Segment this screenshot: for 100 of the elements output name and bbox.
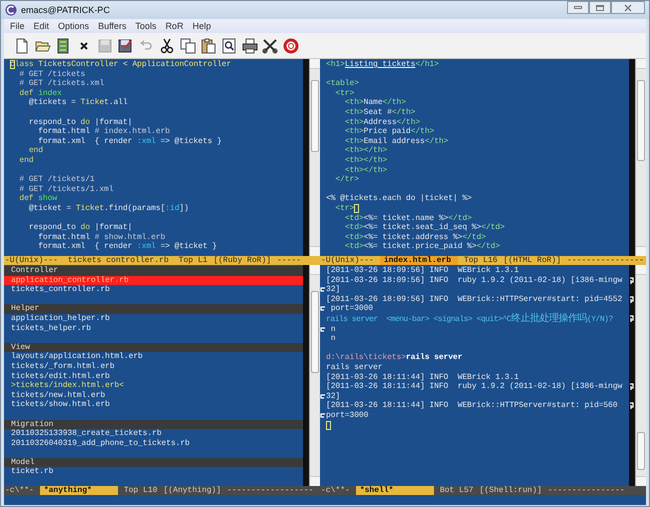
terminal-line: [2011-03-26 18:09:56] INFO ruby 1.9.2 (2011-02-18) [i386-mingw xyxy=(320,276,635,286)
save-as-icon[interactable] xyxy=(117,38,134,54)
code-line: <td><%= ticket.address %></td> xyxy=(344,232,487,242)
buffer-name: index.html.erb xyxy=(380,256,458,265)
code-line: respond_to do |format| xyxy=(28,223,134,233)
section-header: View xyxy=(4,342,303,352)
terminal-line: n xyxy=(330,334,336,344)
scrollbar[interactable] xyxy=(635,59,646,256)
terminal-line: port=3000 xyxy=(320,410,635,420)
code-line: <tr> xyxy=(334,88,356,98)
mode-line-fill: ---------------- xyxy=(548,486,625,495)
code-line: @tickets = Ticket.all xyxy=(28,98,129,108)
buffer-candidate[interactable]: layouts/application.html.erb xyxy=(4,352,303,362)
terminal-line: 32] xyxy=(320,392,635,402)
code-line: format.html # show.html.erb xyxy=(37,232,166,242)
menu-item[interactable]: Tools xyxy=(135,21,156,31)
code-line: </tr> xyxy=(334,175,360,185)
major-mode: [(Ruby RoR)] xyxy=(213,256,272,265)
text-cursor xyxy=(326,420,331,430)
buffer-position: Bot L57 xyxy=(440,486,474,495)
mode-line-status: -c\**- xyxy=(321,486,350,495)
menu-item[interactable]: Options xyxy=(58,21,90,31)
section-header: Model xyxy=(4,458,303,468)
window-title: emacs@PATRICK-PC xyxy=(21,5,110,15)
mode-line-fill: ---------------- xyxy=(567,256,644,265)
buffer-candidate[interactable]: tickets_controller.rb xyxy=(4,285,303,295)
scrollbar[interactable] xyxy=(635,265,646,486)
mode-line-status: -U(Unix)--- xyxy=(321,256,374,265)
buffer-candidate[interactable]: tickets/new.html.erb xyxy=(4,390,303,400)
mode-line-fill: ----- xyxy=(277,256,302,265)
terminal-line: n xyxy=(320,324,635,334)
mode-line-status: -U(Unix)--- xyxy=(5,256,58,265)
menu-item[interactable]: File xyxy=(10,21,25,31)
code-line: <th>Email address</th> xyxy=(344,136,450,146)
code-line: <table> xyxy=(325,79,360,89)
terminal-line: [2011-03-26 18:11:44] INFO ruby 1.9.2 (2011-02-18) [i386-mingw xyxy=(320,382,635,392)
buffer-candidate[interactable]: tickets/show.html.erb xyxy=(4,400,303,410)
paste-icon[interactable] xyxy=(200,38,216,54)
buffer-candidate[interactable]: 20110325133938_create_tickets.rb xyxy=(4,429,303,439)
close-button[interactable] xyxy=(611,1,645,14)
code-line: <% @tickets.each do |ticket| %> xyxy=(325,194,473,204)
new-file-icon[interactable] xyxy=(14,38,30,54)
code-line: <th></th> xyxy=(344,166,388,175)
buffer-name: *shell* xyxy=(356,486,434,495)
buffer-candidate[interactable]: tickets/edit.html.erb xyxy=(4,372,303,382)
code-line: # GET /tickets/1.xml xyxy=(18,184,114,194)
terminal-line: rails server xyxy=(325,362,384,373)
menu-item[interactable]: Help xyxy=(192,21,211,31)
mode-line-fill: ------------------ xyxy=(227,486,314,495)
code-line: <td><%= ticket.price_paid %></td> xyxy=(344,242,501,252)
terminal-line: [2011-03-26 18:11:44] INFO WEBrick 1.3.1 xyxy=(325,372,520,382)
major-mode: [(HTML RoR)] xyxy=(503,256,562,265)
buffer-position: Top L1 xyxy=(178,256,208,265)
code-line: respond_to do |format| xyxy=(28,118,134,127)
code-line: <th>Price paid</th> xyxy=(344,127,436,137)
code-line: <th>Name</th> xyxy=(344,98,407,108)
maximize-button[interactable] xyxy=(589,1,611,14)
code-line: @ticket = Ticket.find(params[:id]) xyxy=(28,204,190,214)
section-header: Controller xyxy=(4,266,303,276)
buffer-candidate[interactable]: tickets_helper.rb xyxy=(4,324,303,334)
terminal-line: [2011-03-26 18:09:56] INFO WEBrick::HTTPServer#start: pid=4552 xyxy=(320,294,635,304)
code-line: <th></th> xyxy=(344,146,388,156)
buffer-candidate[interactable]: >tickets/index.html.erb< xyxy=(4,381,303,391)
buffer-candidate[interactable]: application_helper.rb xyxy=(4,314,303,324)
terminal-line: 32] xyxy=(320,285,635,295)
code-line: <tr> xyxy=(320,204,635,214)
mode-line-status: -c\**- xyxy=(5,486,34,495)
terminal-line: rails server <menu-bar> <signals> <quit>^C终止批处理操作吗(Y/N)? xyxy=(320,314,635,325)
minimize-button[interactable] xyxy=(567,1,589,14)
code-line: <th>Address</th> xyxy=(344,118,422,127)
tools-icon[interactable] xyxy=(262,38,278,54)
cabinet-icon[interactable] xyxy=(55,38,72,54)
code-line: format.xml { render :xml => @tickets } xyxy=(37,136,223,146)
code-line: # GET /tickets.xml xyxy=(18,79,106,89)
scrollbar[interactable] xyxy=(309,59,320,256)
major-mode: [(Shell:run)] xyxy=(479,486,542,495)
code-line: <td><%= ticket.name %></td> xyxy=(344,214,473,223)
code-line: # GET /tickets xyxy=(18,70,86,79)
terminal-line: d:\rails\tickets>rails server xyxy=(325,353,464,363)
menu-item[interactable]: Buffers xyxy=(98,21,126,31)
code-line: def show xyxy=(18,194,58,204)
menu-item[interactable]: Edit xyxy=(34,21,50,31)
code-line: format.html # index.html.erb xyxy=(37,127,171,137)
major-mode: [(Anything)] xyxy=(163,486,222,495)
terminal-line: port=3000 xyxy=(320,304,635,314)
section-header: Migration xyxy=(4,420,303,430)
code-line: format.xml { render :xml => @ticket } xyxy=(37,242,218,252)
lifebuoy-icon[interactable] xyxy=(282,38,299,54)
print-icon[interactable] xyxy=(242,38,258,54)
cut-icon[interactable] xyxy=(158,38,175,54)
buffer-name: tickets controller.rb xyxy=(66,256,170,265)
search-icon[interactable] xyxy=(220,38,237,54)
menu-item[interactable]: RoR xyxy=(165,21,184,31)
scrollbar[interactable] xyxy=(309,265,320,486)
buffer-candidate[interactable]: 20110326040319_add_phone_to_tickets.rb xyxy=(4,438,303,448)
buffer-candidate[interactable]: ticket.rb xyxy=(4,467,303,478)
app-icon xyxy=(5,4,17,16)
buffer-candidate[interactable]: tickets/_form.html.erb xyxy=(4,362,303,372)
copy-icon[interactable] xyxy=(180,38,196,54)
code-line: end xyxy=(18,156,35,166)
